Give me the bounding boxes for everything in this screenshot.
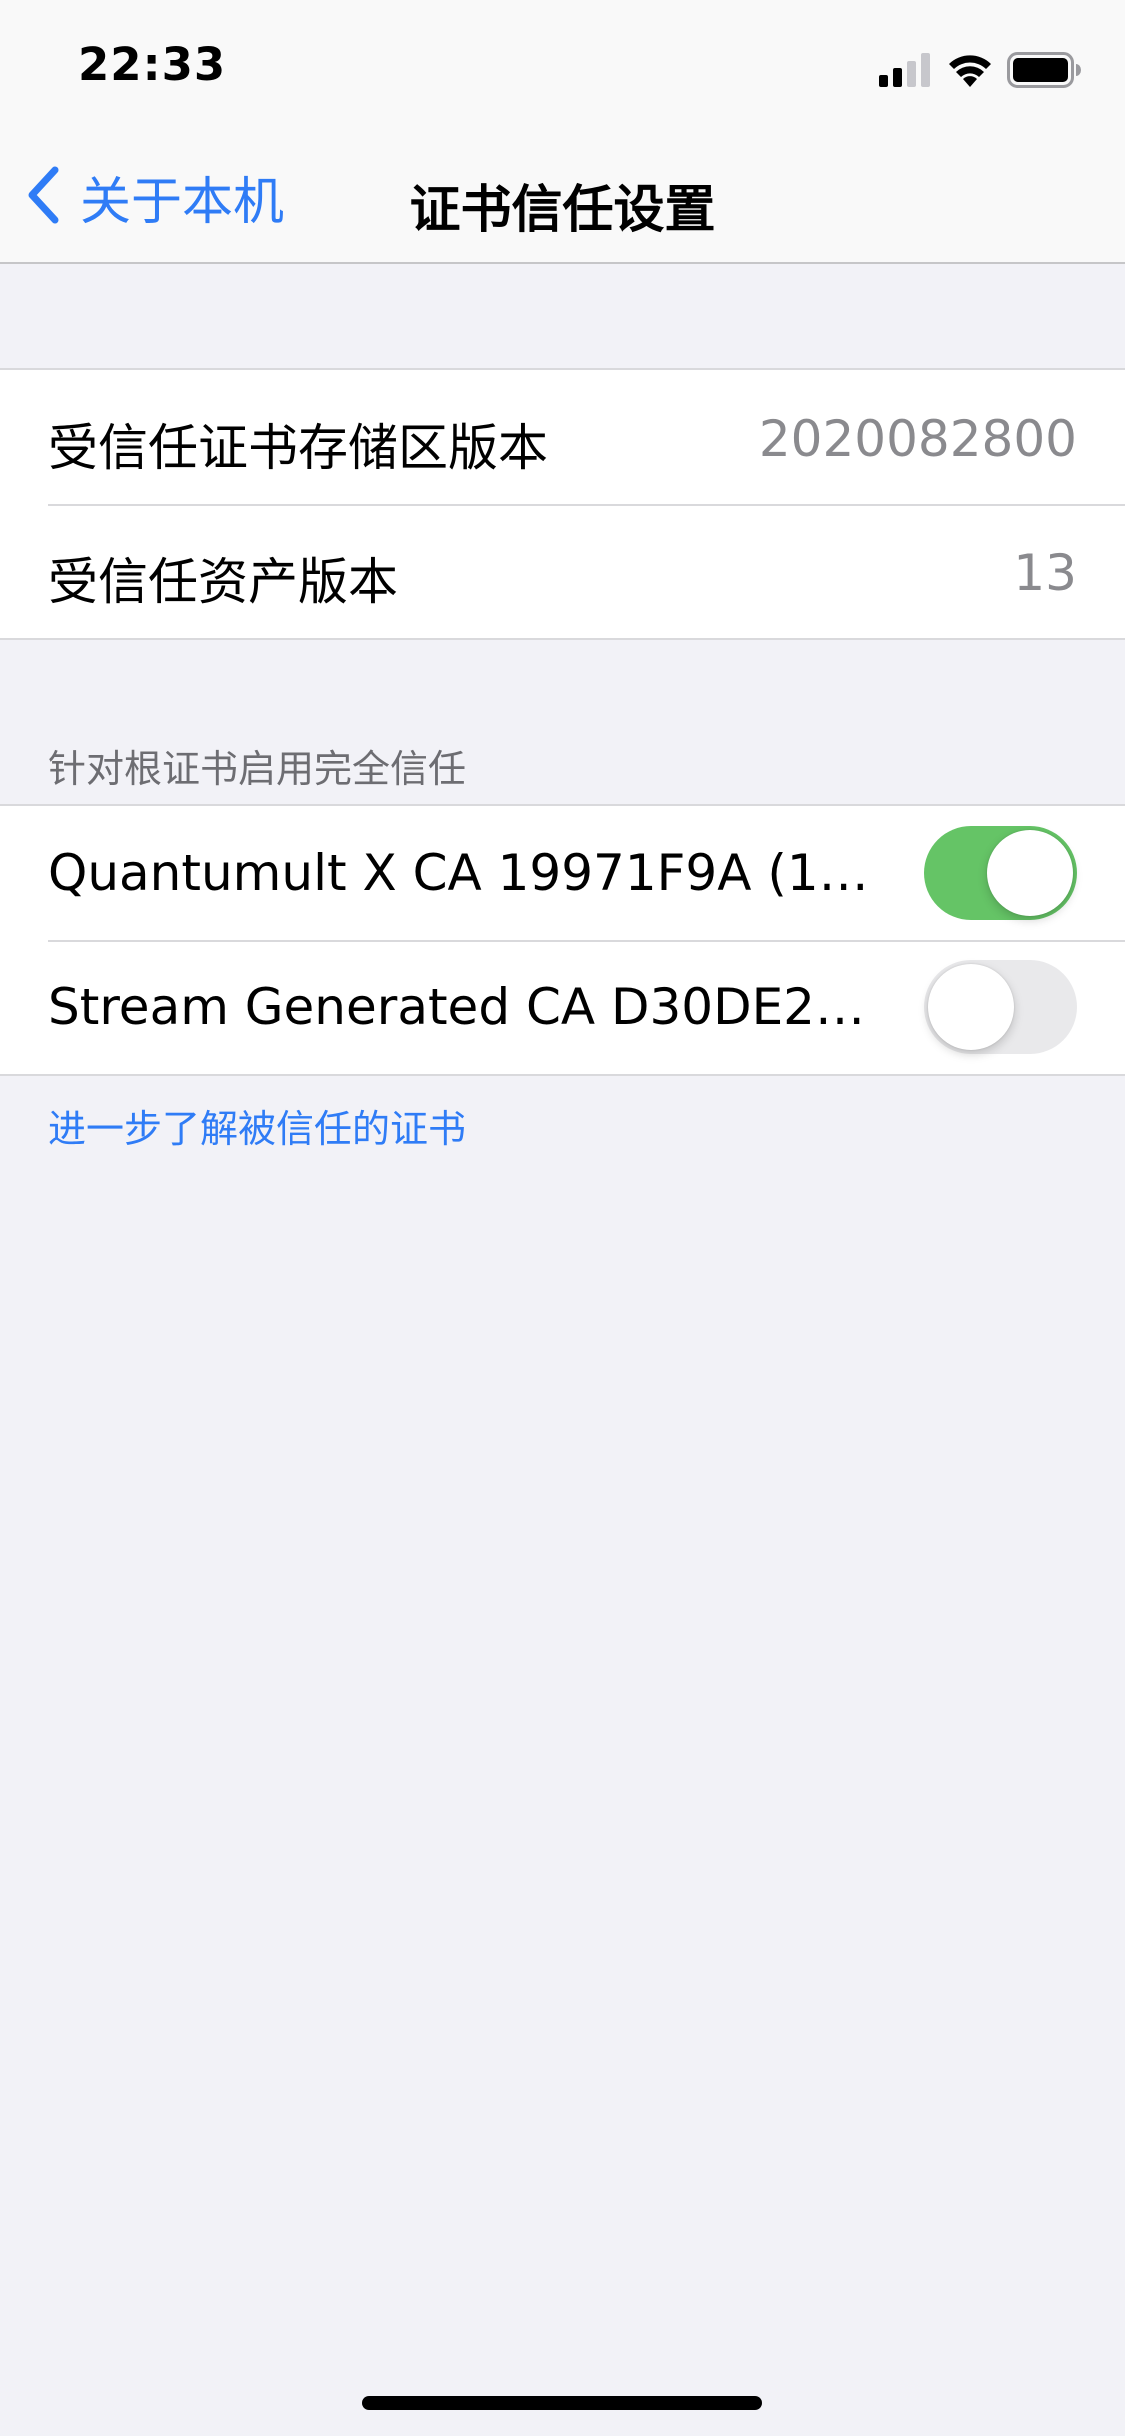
section-header: 针对根证书启用完全信任 bbox=[48, 747, 467, 791]
status-icons bbox=[879, 48, 1081, 92]
status-time: 22:33 bbox=[78, 38, 227, 91]
home-indicator[interactable] bbox=[362, 2396, 762, 2410]
certificate-row: Stream Generated CA D30DE2C4 bbox=[0, 940, 1125, 1074]
version-info-group: 受信任证书存储区版本 2020082800 受信任资产版本 13 bbox=[0, 368, 1125, 640]
certificate-row: Quantumult X CA 19971F9A (13 Fe... bbox=[0, 806, 1125, 940]
asset-version-value: 13 bbox=[1013, 544, 1077, 602]
store-version-label: 受信任证书存储区版本 bbox=[48, 419, 548, 477]
asset-version-label: 受信任资产版本 bbox=[48, 553, 398, 611]
status-bar: 22:33 bbox=[0, 0, 1125, 132]
toggle-knob bbox=[987, 830, 1073, 916]
learn-more-link[interactable]: 进一步了解被信任的证书 bbox=[48, 1098, 466, 1153]
store-version-value: 2020082800 bbox=[758, 410, 1077, 468]
store-version-row: 受信任证书存储区版本 2020082800 bbox=[0, 370, 1125, 504]
certificate-label: Quantumult X CA 19971F9A (13 Fe... bbox=[48, 844, 878, 902]
certificate-trust-toggle[interactable] bbox=[924, 960, 1077, 1054]
toggle-knob bbox=[928, 964, 1014, 1050]
certificate-trust-group: Quantumult X CA 19971F9A (13 Fe... Strea… bbox=[0, 804, 1125, 1076]
navigation-bar: 关于本机 证书信任设置 bbox=[0, 132, 1125, 264]
asset-version-row: 受信任资产版本 13 bbox=[0, 504, 1125, 638]
certificate-label: Stream Generated CA D30DE2C4 bbox=[48, 978, 878, 1036]
cellular-signal-icon bbox=[879, 53, 933, 87]
certificate-trust-toggle[interactable] bbox=[924, 826, 1077, 920]
wifi-icon bbox=[947, 53, 993, 87]
battery-icon bbox=[1007, 52, 1081, 88]
page-title: 证书信任设置 bbox=[409, 181, 716, 240]
